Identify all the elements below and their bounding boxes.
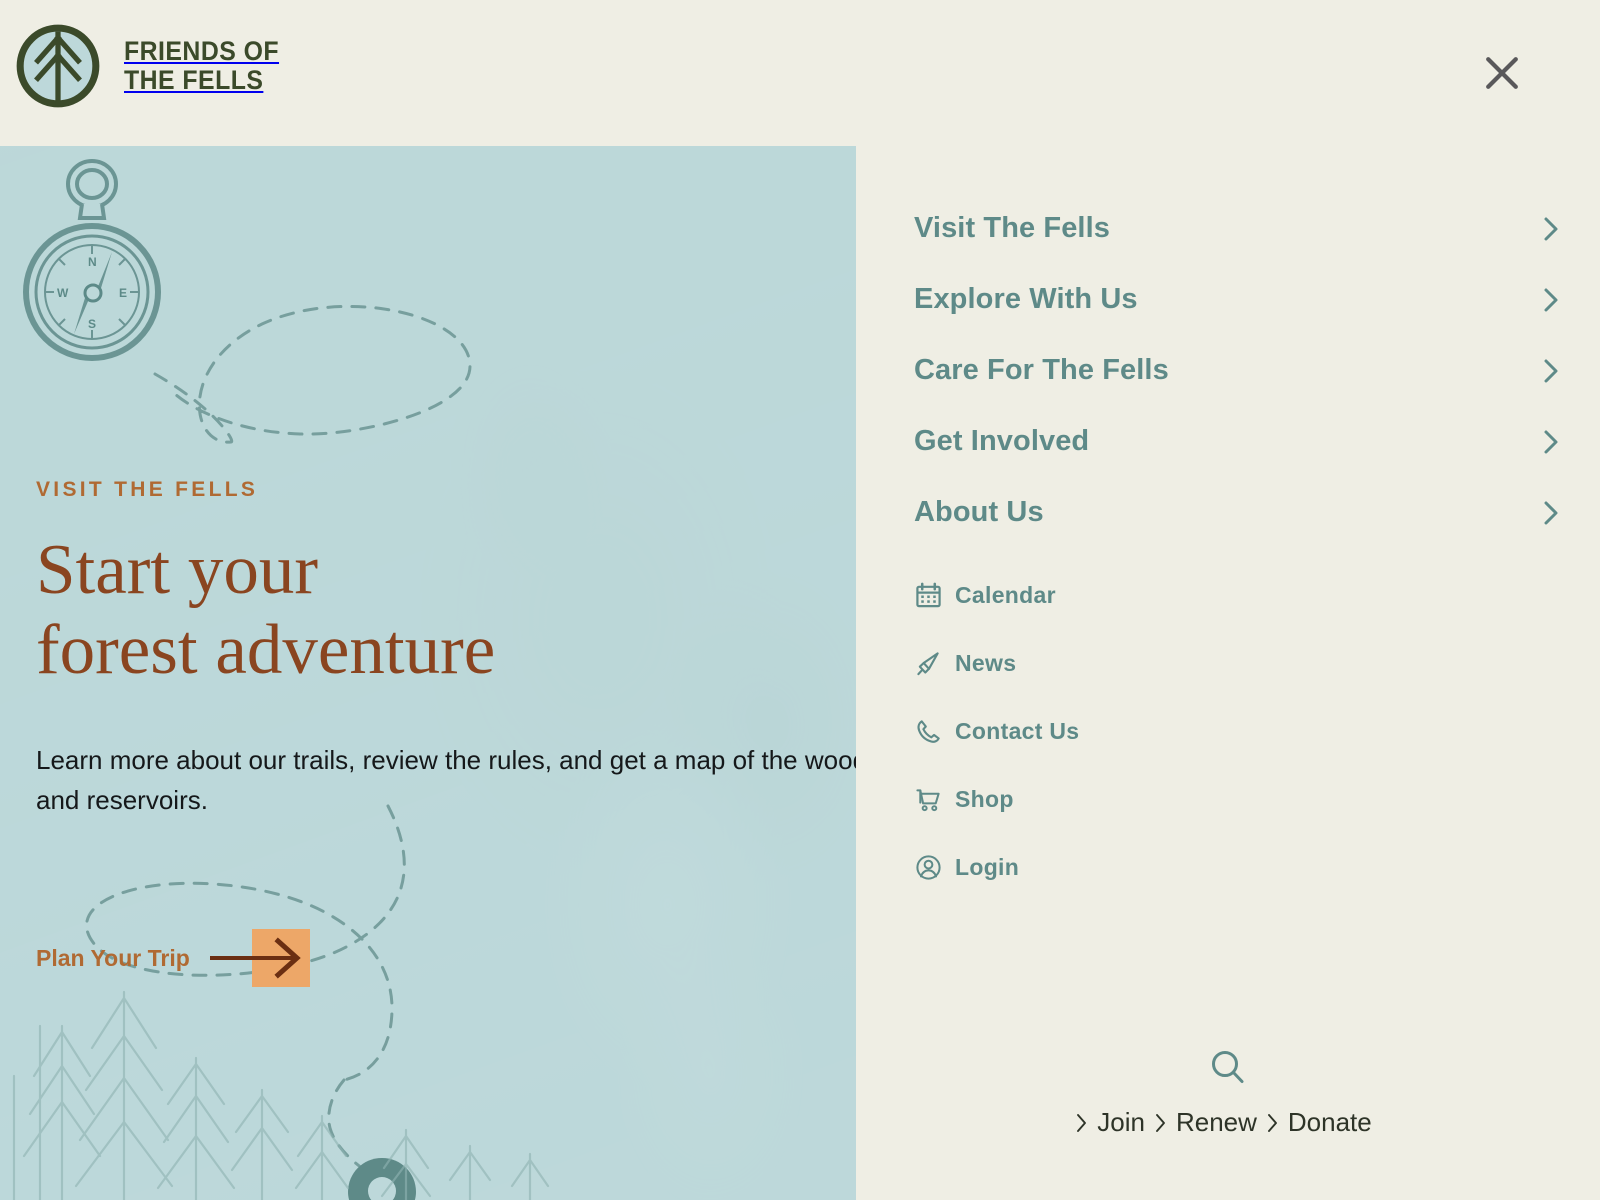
nav-item-get-involved[interactable]: Get Involved xyxy=(914,406,1559,477)
secondary-nav-list: Calendar News Contact Us Shop Login xyxy=(914,561,1414,901)
search-icon xyxy=(1212,1051,1244,1083)
nav-item-label: Visit The Fells xyxy=(914,212,1110,244)
nav-item-explore-with-us[interactable]: Explore With Us xyxy=(914,264,1559,335)
brand-logo-link[interactable]: FRIENDS OF THE FELLS xyxy=(14,22,293,110)
nav-item-news[interactable]: News xyxy=(914,629,1414,697)
chevron-right-icon xyxy=(1077,1113,1087,1132)
chevron-right-icon xyxy=(1156,1113,1165,1132)
menu-footer: Join Renew Donate xyxy=(856,1044,1600,1138)
utility-links: Join Renew Donate xyxy=(1075,1107,1380,1138)
hero-eyebrow: VISIT THE FELLS xyxy=(36,478,259,501)
nav-item-login[interactable]: Login xyxy=(914,833,1414,901)
hero-panel: N E S W VISIT THE FELLS Start your fores… xyxy=(0,146,856,1200)
chevron-right-icon xyxy=(1267,1113,1277,1132)
chevron-right-icon xyxy=(1544,288,1558,311)
chevron-right-icon xyxy=(1544,359,1558,382)
shopping-cart-icon xyxy=(914,785,942,813)
nav-item-label: About Us xyxy=(914,496,1044,528)
nav-item-shop[interactable]: Shop xyxy=(914,765,1414,833)
nav-item-label: Care For The Fells xyxy=(914,354,1169,386)
cta-label: Plan Your Trip xyxy=(36,944,190,971)
chevron-right-icon xyxy=(1544,501,1558,524)
nav-item-label: News xyxy=(955,649,1017,676)
phone-icon xyxy=(914,717,942,745)
nav-item-visit-the-fells[interactable]: Visit The Fells xyxy=(914,193,1559,264)
hero-headline: Start your forest adventure xyxy=(36,531,496,689)
arrow-right-icon xyxy=(209,929,310,987)
nav-item-about-us[interactable]: About Us xyxy=(914,477,1559,548)
nav-item-label: Login xyxy=(955,853,1020,880)
utility-link-renew[interactable]: Renew xyxy=(1167,1107,1266,1138)
nav-item-label: Explore With Us xyxy=(914,283,1138,315)
nav-item-label: Contact Us xyxy=(955,717,1080,744)
utility-link-donate[interactable]: Donate xyxy=(1279,1107,1381,1138)
main-menu-panel: Visit The Fells Explore With Us Care For… xyxy=(856,146,1600,1200)
pine-tree-circle-logo-icon xyxy=(14,22,102,110)
nav-item-label: Calendar xyxy=(955,581,1056,608)
nav-item-care-for-the-fells[interactable]: Care For The Fells xyxy=(914,335,1559,406)
brand-name: FRIENDS OF THE FELLS xyxy=(124,36,280,95)
chevron-right-icon xyxy=(1544,430,1558,453)
calendar-icon xyxy=(914,581,942,609)
nav-item-contact-us[interactable]: Contact Us xyxy=(914,697,1414,765)
hero-body-text: Learn more about our trails, review the … xyxy=(36,745,856,815)
nav-item-label: Get Involved xyxy=(914,425,1090,457)
user-circle-icon xyxy=(914,853,942,881)
close-menu-button[interactable] xyxy=(1477,48,1527,98)
primary-nav-list: Visit The Fells Explore With Us Care For… xyxy=(914,193,1559,548)
chevron-right-icon xyxy=(1544,217,1558,240)
nav-item-label: Shop xyxy=(955,785,1014,812)
nav-item-calendar[interactable]: Calendar xyxy=(914,561,1414,629)
search-button[interactable] xyxy=(1204,1044,1252,1095)
megaphone-icon xyxy=(914,649,942,677)
plan-your-trip-cta[interactable]: Plan Your Trip xyxy=(36,929,320,987)
utility-link-join[interactable]: Join xyxy=(1088,1107,1154,1138)
site-header: FRIENDS OF THE FELLS xyxy=(0,0,1600,146)
close-icon xyxy=(1486,57,1518,89)
